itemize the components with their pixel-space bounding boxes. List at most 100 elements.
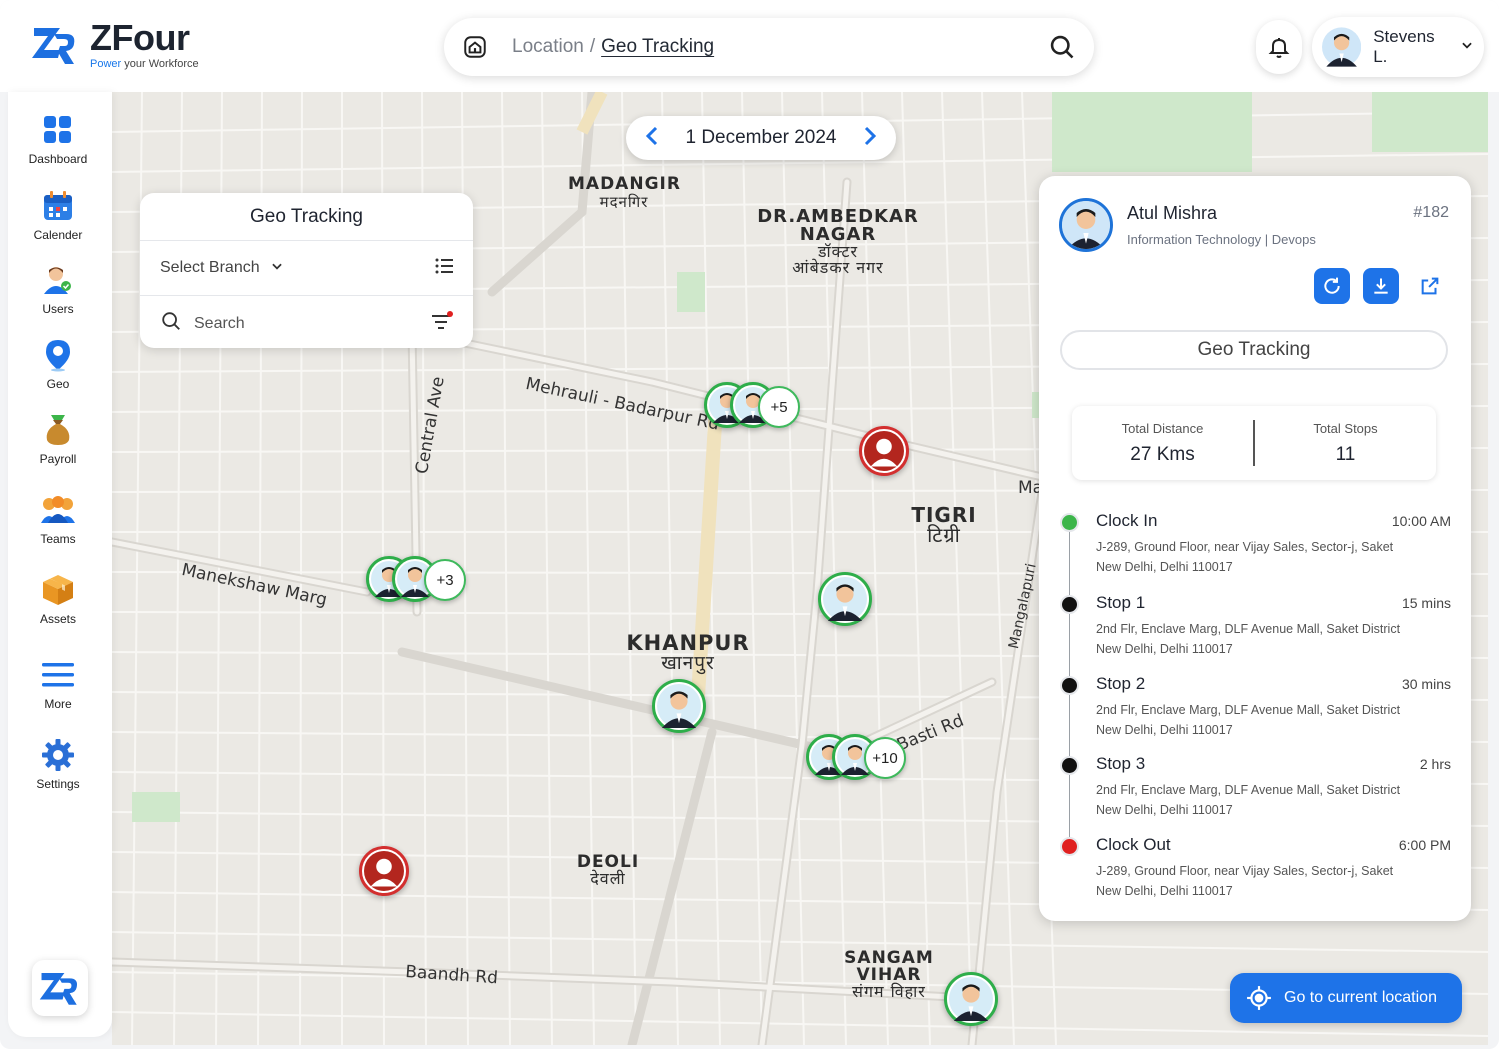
employee-marker[interactable]	[818, 572, 872, 626]
sidebar-item-calendar[interactable]: Calender	[8, 188, 108, 242]
search-input[interactable]: Search	[194, 315, 245, 333]
place-khanpur: KHANPUR खानपुर	[626, 631, 750, 674]
sidebar-item-label: Settings	[36, 777, 80, 791]
notifications-button[interactable]	[1256, 20, 1302, 74]
sidebar-item-label: Users	[42, 302, 74, 316]
teams-icon	[40, 492, 76, 528]
top-header: ZFour Power your Workforce Location / Ge…	[0, 0, 1499, 92]
sidebar-item-label: Assets	[39, 612, 76, 626]
zfour-small-logo-icon[interactable]	[32, 960, 88, 1016]
users-icon	[40, 262, 76, 298]
date-navigator: 1 December 2024	[626, 116, 896, 160]
search-icon	[160, 310, 182, 337]
cluster-count-badge[interactable]: +5	[758, 386, 800, 428]
home-icon[interactable]	[460, 32, 490, 62]
sidebar-item-label: Payroll	[39, 452, 77, 466]
user-name: Stevens L.	[1373, 27, 1435, 66]
sidebar-item-users[interactable]: Users	[8, 262, 108, 316]
app-name: ZFour	[90, 17, 190, 58]
place-tigri: TIGRI टिग्री	[911, 503, 977, 547]
tracking-stats: Total Distance 27 Kms Total Stops 11	[1072, 406, 1436, 480]
offline-user-marker[interactable]	[359, 846, 409, 896]
timeline-title: Stop 1	[1096, 593, 1146, 612]
download-icon	[1374, 278, 1388, 294]
place-deoli: DEOLI देवली	[576, 852, 640, 888]
search-icon[interactable]	[1046, 31, 1078, 63]
geo-card-title: Geo Tracking	[140, 193, 473, 241]
status-dot	[1060, 837, 1079, 856]
timeline-address-city: New Delhi, Delhi 110017	[1096, 884, 1233, 898]
tagline-rest: your Workforce	[124, 58, 199, 70]
person-avatar-icon	[823, 577, 867, 621]
open-external-button[interactable]	[1412, 268, 1448, 304]
cluster-count-badge[interactable]: +10	[864, 737, 906, 779]
menu-icon	[40, 657, 76, 693]
employee-search-row: Search	[140, 296, 473, 351]
sidebar-item-label: Dashboard	[28, 152, 88, 166]
user-menu[interactable]: Stevens L.	[1312, 17, 1484, 77]
cluster-count-badge[interactable]: +3	[424, 559, 466, 601]
app-logo[interactable]: ZFour Power your Workforce	[30, 20, 199, 70]
timeline-address-city: New Delhi, Delhi 110017	[1096, 560, 1233, 574]
breadcrumb-separator: /	[589, 36, 596, 57]
breadcrumb-bar: Location / Geo Tracking	[444, 18, 1094, 76]
employee-marker[interactable]	[652, 679, 706, 733]
timeline-address: 2nd Flr, Enclave Marg, DLF Avenue Mall, …	[1096, 622, 1401, 636]
gear-icon	[40, 737, 76, 773]
sidebar-item-assets[interactable]: Assets	[8, 572, 108, 626]
calendar-icon	[40, 188, 76, 224]
sidebar-item-settings[interactable]: Settings	[8, 737, 108, 791]
sidebar-item-payroll[interactable]: Payroll	[8, 412, 108, 466]
chevron-down-icon	[270, 259, 284, 278]
external-link-icon	[1421, 277, 1439, 295]
status-dot	[1060, 756, 1079, 775]
timeline-title: Stop 2	[1096, 674, 1146, 693]
employee-department: Information Technology | Devops	[1127, 232, 1316, 247]
person-placeholder-icon	[864, 431, 904, 471]
employee-id: #182	[1413, 204, 1449, 221]
status-dot	[1060, 676, 1079, 695]
timeline-address: J-289, Ground Floor, near Vijay Sales, S…	[1096, 864, 1394, 878]
stat-value: 27 Kms	[1130, 443, 1195, 465]
geo-tracking-button[interactable]: Geo Tracking	[1060, 330, 1448, 370]
sidebar-item-label: Geo	[46, 377, 70, 391]
timeline-address: J-289, Ground Floor, near Vijay Sales, S…	[1096, 540, 1394, 554]
breadcrumb-current[interactable]: Geo Tracking	[601, 36, 714, 58]
place-dr-ambedkar-nagar: DR.AMBEDKAR NAGAR डॉक्टर आंबेडकर नगर	[757, 206, 919, 277]
breadcrumb-parent[interactable]: Location	[512, 36, 584, 58]
bell-icon	[1268, 38, 1290, 58]
sidebar-item-more[interactable]: More	[8, 657, 108, 711]
timeline-time: 2 hrs	[1419, 756, 1451, 772]
list-view-icon[interactable]	[435, 258, 453, 279]
timeline-title: Clock In	[1096, 511, 1158, 530]
tagline-brand: Power	[90, 58, 122, 70]
employee-marker[interactable]	[944, 972, 998, 1026]
chevron-down-icon	[1460, 38, 1474, 57]
employee-name: Atul Mishra	[1127, 203, 1218, 223]
timeline-time: 15 mins	[1401, 595, 1451, 611]
timeline-title: Stop 3	[1096, 754, 1146, 773]
branch-select[interactable]: Select Branch	[140, 241, 473, 296]
current-date[interactable]: 1 December 2024	[685, 127, 836, 149]
timeline-title: Clock Out	[1096, 835, 1171, 854]
chevron-left-icon[interactable]	[644, 126, 660, 151]
status-dot	[1060, 595, 1079, 614]
go-to-current-location-button[interactable]: Go to current location	[1230, 973, 1462, 1023]
sidebar-item-dashboard[interactable]: Dashboard	[8, 112, 108, 166]
stat-total-stops: Total Stops 11	[1255, 406, 1436, 480]
download-button[interactable]	[1363, 268, 1399, 304]
zfour-logo-icon	[32, 28, 75, 64]
app-window: MADANGIR मदनगिर DR.AMBEDKAR NAGAR डॉक्टर…	[0, 0, 1499, 1049]
filter-icon[interactable]	[431, 311, 453, 336]
place-madangir: MADANGIR मदनगिर	[568, 174, 681, 211]
sidebar-item-teams[interactable]: Teams	[8, 492, 108, 546]
chevron-right-icon[interactable]	[862, 126, 878, 151]
timeline-address-city: New Delhi, Delhi 110017	[1096, 803, 1233, 817]
box-icon	[40, 572, 76, 608]
place-sangam-vihar: SANGAM VIHAR संगम विहार	[844, 948, 934, 1001]
stat-label: Total Distance	[1121, 420, 1204, 436]
avatar	[1322, 27, 1362, 67]
sidebar-item-geo[interactable]: Geo	[8, 337, 108, 391]
offline-user-marker[interactable]	[859, 426, 909, 476]
refresh-button[interactable]	[1314, 268, 1350, 304]
